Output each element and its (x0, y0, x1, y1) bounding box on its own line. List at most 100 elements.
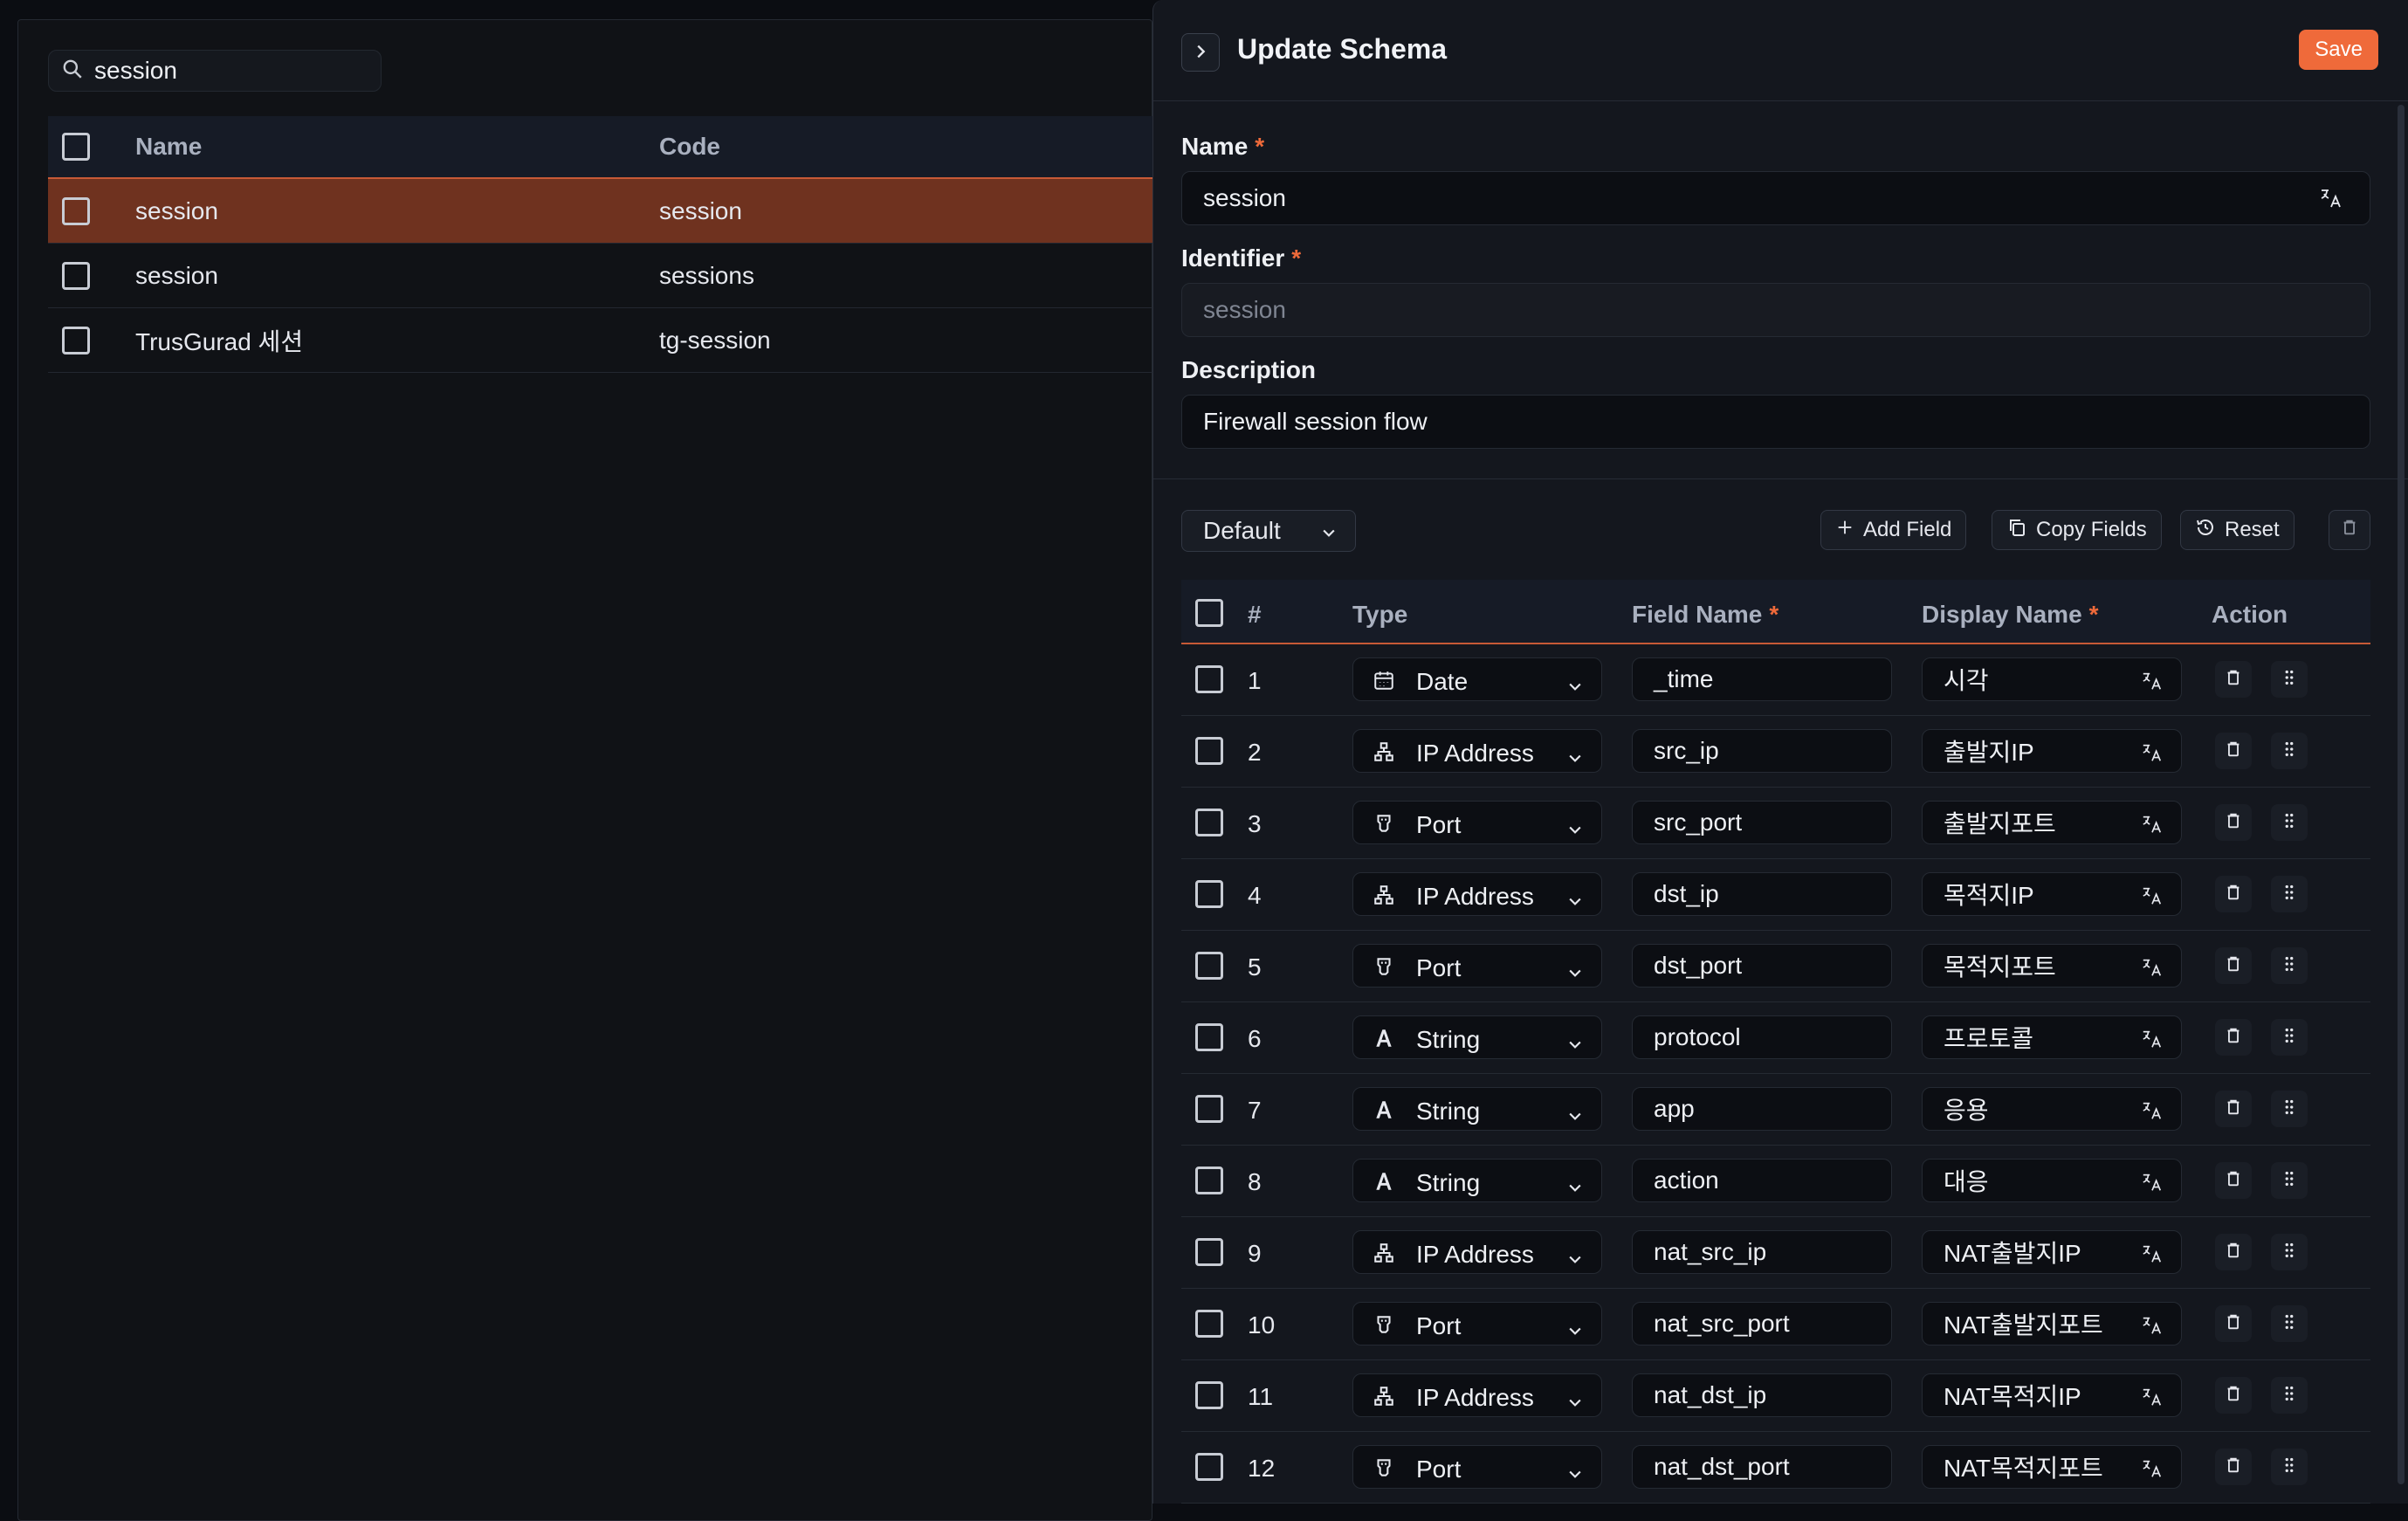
display-name-input[interactable]: 목적지포트 (1922, 944, 2182, 988)
field-row-checkbox[interactable] (1195, 737, 1223, 765)
select-all-checkbox[interactable] (62, 133, 90, 161)
translate-icon[interactable] (2319, 186, 2343, 217)
field-row-checkbox[interactable] (1195, 1453, 1223, 1481)
search-input[interactable] (94, 57, 356, 85)
display-name-input[interactable]: 시각 (1922, 657, 2182, 701)
translate-icon[interactable] (2141, 670, 2164, 699)
translate-icon[interactable] (2141, 956, 2164, 985)
field-name-input[interactable]: nat_src_ip (1632, 1230, 1892, 1274)
field-name-input[interactable]: action (1632, 1159, 1892, 1202)
row-checkbox[interactable] (62, 196, 90, 225)
column-header-code[interactable]: Code (659, 133, 720, 161)
delete-selected-button[interactable] (2329, 510, 2370, 550)
field-type-select[interactable]: String (1352, 1087, 1602, 1131)
field-type-select[interactable]: IP Address (1352, 1373, 1602, 1417)
field-type-select[interactable]: Date (1352, 657, 1602, 701)
field-row-checkbox[interactable] (1195, 880, 1223, 908)
drag-handle[interactable] (2271, 1019, 2308, 1056)
delete-field-button[interactable] (2215, 804, 2252, 841)
reset-button[interactable]: Reset (2180, 510, 2294, 550)
drag-handle[interactable] (2271, 1377, 2308, 1414)
select-all-fields-checkbox[interactable] (1195, 599, 1223, 627)
field-name-input[interactable]: nat_dst_port (1632, 1445, 1892, 1489)
delete-field-button[interactable] (2215, 661, 2252, 698)
copy-fields-button[interactable]: Copy Fields (1992, 510, 2162, 550)
field-row-checkbox[interactable] (1195, 1381, 1223, 1409)
field-type-select[interactable]: Port (1352, 1302, 1602, 1346)
translate-icon[interactable] (2141, 1386, 2164, 1414)
translate-icon[interactable] (2141, 1314, 2164, 1343)
display-name-input[interactable]: 응용 (1922, 1087, 2182, 1131)
field-row-checkbox[interactable] (1195, 1238, 1223, 1266)
drag-handle[interactable] (2271, 1091, 2308, 1127)
delete-field-button[interactable] (2215, 1305, 2252, 1342)
field-name-input[interactable]: src_ip (1632, 729, 1892, 773)
field-row-checkbox[interactable] (1195, 1167, 1223, 1194)
collapse-panel-button[interactable] (1181, 33, 1220, 72)
translate-icon[interactable] (2141, 1028, 2164, 1056)
display-name-input[interactable]: 출발지IP (1922, 729, 2182, 773)
field-type-select[interactable]: Port (1352, 1445, 1602, 1489)
drag-handle[interactable] (2271, 1305, 2308, 1342)
column-header-name[interactable]: Name (135, 133, 202, 161)
field-type-select[interactable]: String (1352, 1015, 1602, 1059)
delete-field-button[interactable] (2215, 1377, 2252, 1414)
drag-handle[interactable] (2271, 1449, 2308, 1485)
delete-field-button[interactable] (2215, 1091, 2252, 1127)
drag-handle[interactable] (2271, 733, 2308, 769)
display-name-input[interactable]: NAT목적지포트 (1922, 1445, 2182, 1489)
search-box[interactable] (48, 50, 382, 92)
field-name-input[interactable]: dst_ip (1632, 872, 1892, 916)
field-type-select[interactable]: Port (1352, 944, 1602, 988)
field-name-input[interactable]: dst_port (1632, 944, 1892, 988)
translate-icon[interactable] (2141, 813, 2164, 842)
display-name-input[interactable]: 목적지IP (1922, 872, 2182, 916)
field-type-select[interactable]: String (1352, 1159, 1602, 1202)
field-type-select[interactable]: IP Address (1352, 872, 1602, 916)
delete-field-button[interactable] (2215, 733, 2252, 769)
field-row-checkbox[interactable] (1195, 1095, 1223, 1123)
panel-scrollbar[interactable] (2398, 105, 2405, 1484)
translate-icon[interactable] (2141, 884, 2164, 913)
table-row[interactable]: session session (48, 179, 1153, 244)
field-row-checkbox[interactable] (1195, 1023, 1223, 1051)
delete-field-button[interactable] (2215, 1449, 2252, 1485)
table-row[interactable]: TrusGurad 세션 tg-session (48, 308, 1153, 373)
field-row-checkbox[interactable] (1195, 665, 1223, 693)
field-type-select[interactable]: Port (1352, 801, 1602, 844)
translate-icon[interactable] (2141, 1171, 2164, 1200)
display-name-input[interactable]: 대응 (1922, 1159, 2182, 1202)
translate-icon[interactable] (2141, 741, 2164, 770)
field-type-select[interactable]: IP Address (1352, 729, 1602, 773)
delete-field-button[interactable] (2215, 876, 2252, 912)
drag-handle[interactable] (2271, 1162, 2308, 1199)
row-checkbox[interactable] (62, 261, 90, 290)
delete-field-button[interactable] (2215, 1234, 2252, 1270)
field-name-input[interactable]: app (1632, 1087, 1892, 1131)
display-name-input[interactable]: 프로토콜 (1922, 1015, 2182, 1059)
drag-handle[interactable] (2271, 804, 2308, 841)
drag-handle[interactable] (2271, 661, 2308, 698)
field-name-input[interactable]: nat_src_port (1632, 1302, 1892, 1346)
group-select[interactable]: Default (1181, 510, 1356, 552)
field-row-checkbox[interactable] (1195, 952, 1223, 980)
translate-icon[interactable] (2141, 1099, 2164, 1128)
field-row-checkbox[interactable] (1195, 809, 1223, 836)
drag-handle[interactable] (2271, 876, 2308, 912)
field-name-input[interactable]: _time (1632, 657, 1892, 701)
description-input[interactable]: Firewall session flow (1181, 395, 2370, 449)
row-checkbox[interactable] (62, 326, 90, 354)
field-type-select[interactable]: IP Address (1352, 1230, 1602, 1274)
delete-field-button[interactable] (2215, 947, 2252, 984)
name-input[interactable]: session (1181, 171, 2370, 225)
display-name-input[interactable]: 출발지포트 (1922, 801, 2182, 844)
drag-handle[interactable] (2271, 947, 2308, 984)
field-name-input[interactable]: src_port (1632, 801, 1892, 844)
save-button[interactable]: Save (2299, 30, 2378, 70)
translate-icon[interactable] (2141, 1457, 2164, 1486)
field-name-input[interactable]: protocol (1632, 1015, 1892, 1059)
add-field-button[interactable]: Add Field (1820, 510, 1967, 550)
field-name-input[interactable]: nat_dst_ip (1632, 1373, 1892, 1417)
display-name-input[interactable]: NAT출발지포트 (1922, 1302, 2182, 1346)
delete-field-button[interactable] (2215, 1019, 2252, 1056)
